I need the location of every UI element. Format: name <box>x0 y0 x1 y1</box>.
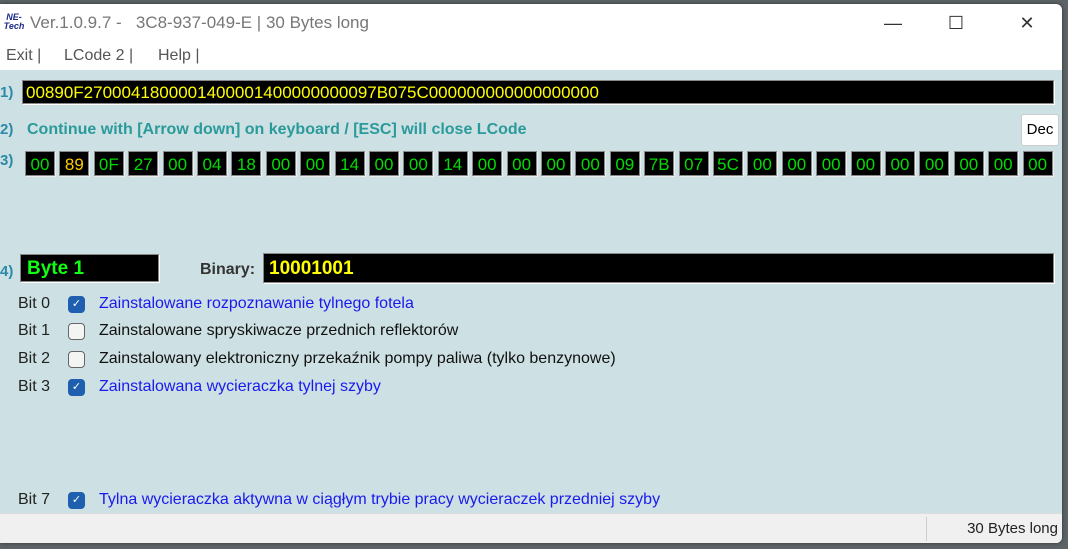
bit-checkbox[interactable] <box>68 322 85 340</box>
byte-box[interactable]: 89 <box>59 151 90 176</box>
byte-box[interactable]: 00 <box>25 151 55 176</box>
bit-row: Bit 7 ✓ Tylna wycieraczka aktywna w ciągły… <box>18 488 660 512</box>
bit-row: Bit 3 ✓ Zainstalowana wycieraczka tylnej s… <box>18 375 381 399</box>
bit-checkbox[interactable]: ✓ <box>68 295 85 313</box>
menu-help[interactable]: Help | <box>158 47 200 65</box>
status-divider <box>926 517 927 541</box>
byte-box[interactable]: 5C <box>713 151 743 176</box>
bit-label: Bit 2 <box>18 350 51 367</box>
byte-box[interactable]: 00 <box>369 151 399 176</box>
byte-box[interactable]: 00 <box>300 151 331 176</box>
row-label-3: 3) <box>0 152 14 169</box>
bit-label: Bit 1 <box>18 322 51 339</box>
byte-box[interactable]: 09 <box>609 151 640 176</box>
bit-label: Bit 7 <box>18 491 51 508</box>
bit-description: Zainstalowane spryskiwacze przednich ref… <box>99 322 459 339</box>
title-bar: NE- Tech Ver.1.0.9.7 - 3C8-937-049-E | 30… <box>0 4 1062 42</box>
byte-box[interactable]: 18 <box>231 151 262 176</box>
byte-box[interactable]: 00 <box>885 151 915 176</box>
bit-description: Zainstalowana wycieraczka tylnej szyby <box>99 378 381 395</box>
bit-label: Bit 0 <box>18 295 51 312</box>
byte-box[interactable]: 00 <box>988 151 1019 176</box>
byte-box[interactable]: 00 <box>162 151 193 176</box>
bit-description: Tylna wycieraczka aktywna w ciągłym tryb… <box>99 491 661 508</box>
row-label-2: 2) <box>0 121 14 138</box>
bit-row: Bit 0 ✓ Zainstalowane rozpoznawanie tylneg… <box>18 292 414 316</box>
byte-box[interactable]: 7B <box>644 151 675 176</box>
client-area: 1) 00890F2700041800001400001400000000097… <box>0 70 1062 513</box>
byte-box[interactable]: 00 <box>541 151 571 176</box>
menu-exit[interactable]: Exit | <box>6 47 41 65</box>
byte-box[interactable]: 00 <box>403 151 434 176</box>
byte-box[interactable]: 00 <box>781 151 812 176</box>
byte-box[interactable]: 04 <box>197 151 227 176</box>
hex-string-field[interactable]: 00890F2700041800001400001400000000097B07… <box>22 80 1054 104</box>
dec-button[interactable]: Dec <box>1021 114 1059 146</box>
status-text: 30 Bytes long <box>967 520 1058 537</box>
row-label-1: 1) <box>0 84 14 101</box>
byte-box[interactable]: 00 <box>1022 151 1053 176</box>
minimize-button[interactable]: — <box>870 4 916 42</box>
hint-text: Continue with [Arrow down] on keyboard /… <box>27 121 527 138</box>
byte-box[interactable]: 14 <box>437 151 468 176</box>
row-label-4: 4) <box>0 263 14 280</box>
bit-description: Zainstalowany elektroniczny przekaźnik p… <box>99 350 616 367</box>
byte-box[interactable]: 0F <box>93 151 124 176</box>
byte-box[interactable]: 00 <box>472 151 503 176</box>
byte-box[interactable]: 00 <box>919 151 950 176</box>
bit-row: Bit 2 Zainstalowany elektroniczny przekaź… <box>18 347 616 371</box>
byte-box[interactable]: 00 <box>850 151 881 176</box>
app-logo: NE- Tech <box>3 12 25 31</box>
bit-checkbox[interactable]: ✓ <box>68 378 85 396</box>
byte-box[interactable]: 07 <box>678 151 709 176</box>
app-window: NE- Tech Ver.1.0.9.7 - 3C8-937-049-E | 30… <box>0 4 1062 543</box>
binary-value-field: 10001001 <box>263 253 1054 283</box>
maximize-button[interactable]: ☐ <box>933 4 979 42</box>
bit-row: Bit 1 Zainstalowane spryskiwacze przednic… <box>18 319 458 343</box>
byte-box[interactable]: 00 <box>953 151 984 176</box>
binary-label: Binary: <box>200 261 256 278</box>
status-bar: 30 Bytes long <box>0 513 1062 543</box>
bit-checkbox[interactable] <box>68 350 85 368</box>
bit-checkbox[interactable]: ✓ <box>68 491 85 509</box>
byte-box[interactable]: 00 <box>265 151 296 176</box>
menu-lcode2[interactable]: LCode 2 | <box>64 47 133 65</box>
byte-box[interactable]: 00 <box>816 151 847 176</box>
window-title: Ver.1.0.9.7 - 3C8-937-049-E | 30 Bytes l… <box>30 13 369 32</box>
byte-box[interactable]: 00 <box>506 151 537 176</box>
bit-label: Bit 3 <box>18 378 51 395</box>
byte-box[interactable]: 00 <box>747 151 778 176</box>
bit-description: Zainstalowane rozpoznawanie tylnego fote… <box>99 295 414 312</box>
menu-bar: Exit | LCode 2 | Help | <box>0 42 1062 70</box>
byte-box[interactable]: 27 <box>128 151 159 176</box>
byte-box[interactable]: 00 <box>575 151 606 176</box>
byte-box[interactable]: 14 <box>334 151 365 176</box>
selected-byte-label: Byte 1 <box>20 254 159 282</box>
close-button[interactable]: ✕ <box>1004 4 1050 42</box>
